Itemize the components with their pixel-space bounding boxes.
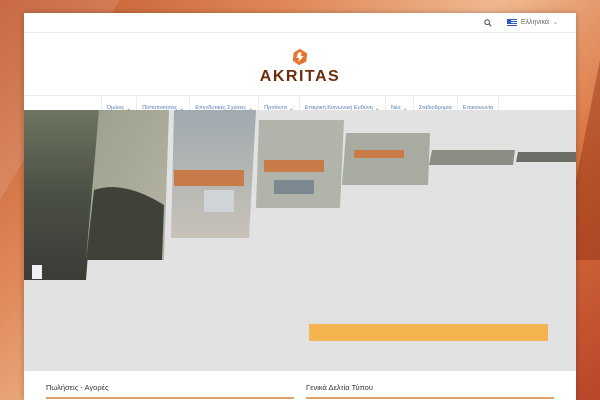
section-heading-sales[interactable]: Πωλήσεις - Αγορές [46,383,109,392]
hero-slide-caption-bar[interactable] [309,324,548,341]
chevron-down-icon: ⌄ [552,20,558,26]
search-icon [484,18,492,27]
section-divider [306,397,554,399]
language-label: Ελληνικά [520,19,549,26]
top-bar: Ελληνικά ⌄ [24,13,576,33]
akritas-logo-icon [292,48,308,66]
site-logo[interactable]: AKRITAS [24,33,576,95]
greek-flag-icon [506,19,517,26]
hero-slider[interactable] [24,110,576,371]
page-container: Ελληνικά ⌄ AKRITAS Όμιλος ⌄ Πιστοποιήσει… [24,13,576,400]
section-heading-press-releases[interactable]: Γενικά Δελτία Τύπου [306,383,373,392]
language-selector[interactable]: Ελληνικά ⌄ [506,19,558,26]
section-divider [46,397,294,399]
search-button[interactable] [479,14,497,32]
logo-text: AKRITAS [259,68,341,85]
